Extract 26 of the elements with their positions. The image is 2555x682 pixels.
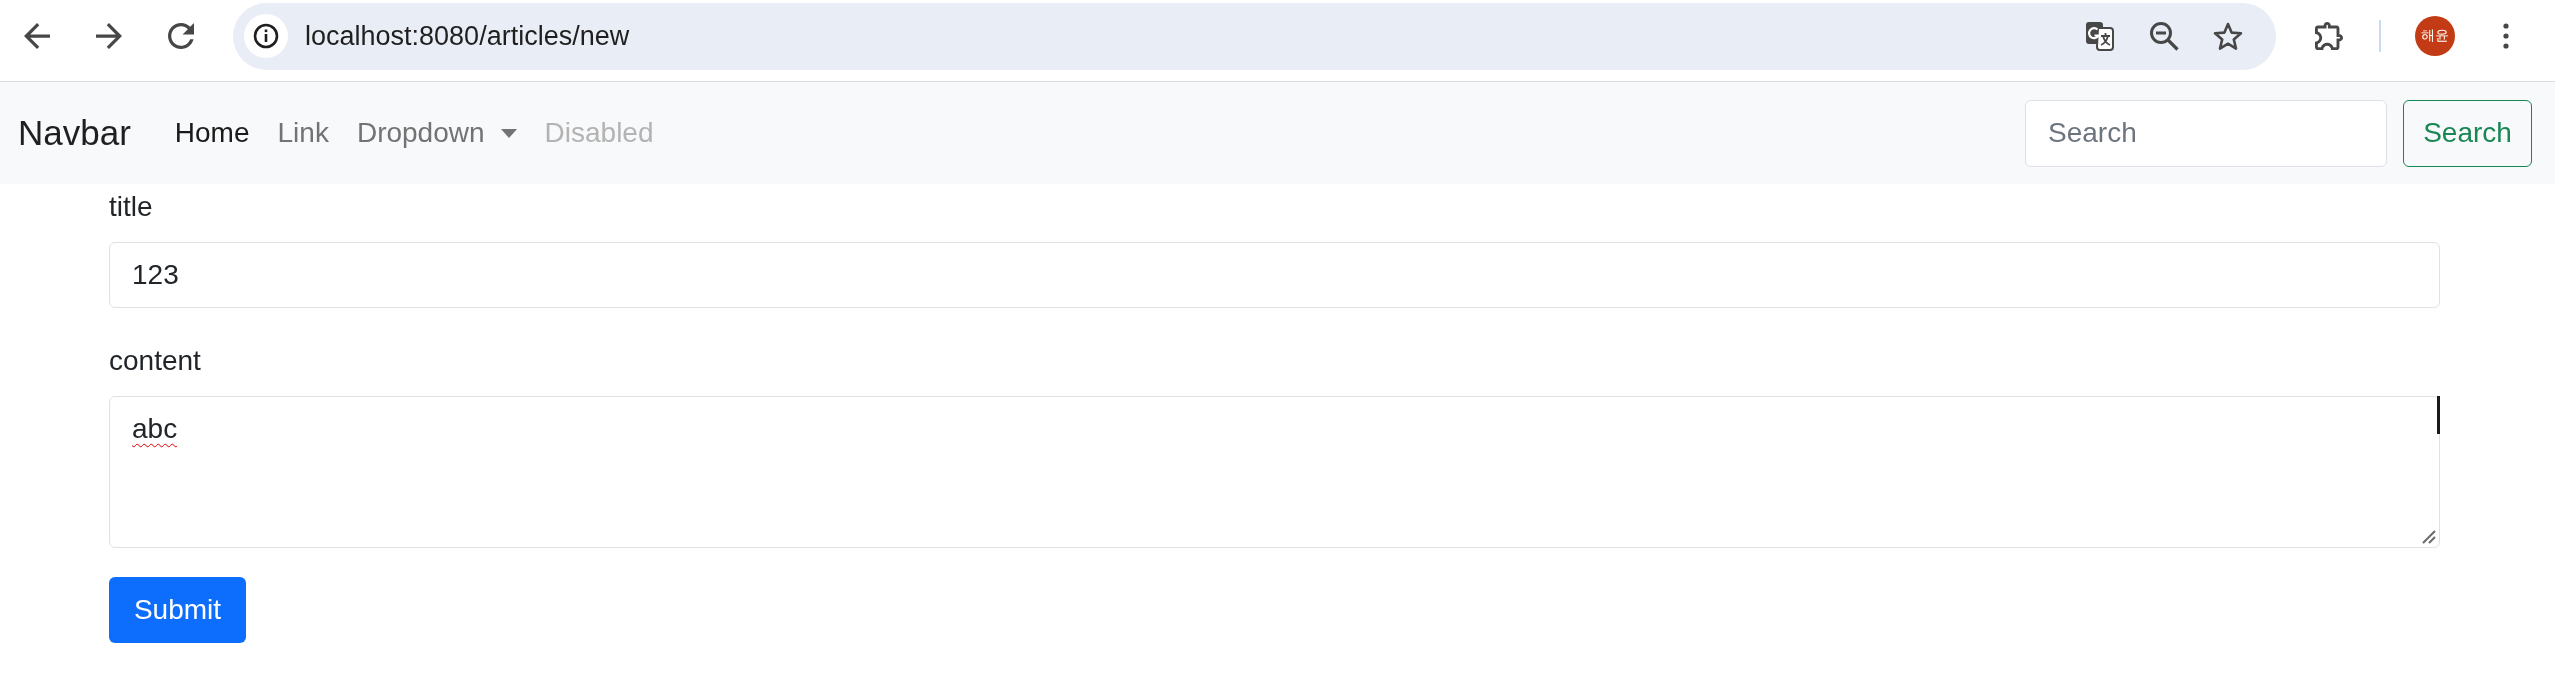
back-arrow-icon[interactable]: [24, 23, 50, 49]
text-cursor-icon: [2437, 396, 2440, 434]
caret-icon: [500, 128, 517, 138]
translate-icon[interactable]: [2085, 21, 2115, 51]
search-input[interactable]: Search: [2025, 99, 2387, 167]
resize-handle-icon[interactable]: [2422, 530, 2436, 544]
nav-link[interactable]: Home: [160, 117, 264, 149]
zoom-out-icon[interactable]: [2149, 21, 2179, 51]
menu-icon[interactable]: [2503, 23, 2509, 49]
field-label: content: [109, 344, 201, 378]
text-input[interactable]: 123: [109, 242, 2440, 308]
info-icon[interactable]: [244, 14, 288, 58]
address-bar[interactable]: localhost:8080/articles/new: [233, 2, 2276, 70]
url-text[interactable]: localhost:8080/articles/new: [305, 20, 630, 52]
nav-dropdown[interactable]: Dropdown: [342, 117, 531, 149]
puzzle-piece-icon[interactable]: [2315, 22, 2343, 50]
profile-avatar[interactable]: 해윤: [2415, 16, 2455, 56]
search-button[interactable]: Search: [2403, 99, 2532, 167]
bookmark-star-icon[interactable]: [2213, 21, 2243, 51]
forward-arrow-icon[interactable]: [96, 23, 122, 49]
nav-link[interactable]: Link: [263, 117, 343, 149]
textarea-field[interactable]: abc: [109, 396, 2440, 548]
field-label: title: [109, 190, 153, 224]
reload-icon[interactable]: [168, 23, 194, 49]
submit-button[interactable]: Submit: [109, 577, 246, 643]
navbar-brand[interactable]: Navbar: [18, 113, 131, 153]
